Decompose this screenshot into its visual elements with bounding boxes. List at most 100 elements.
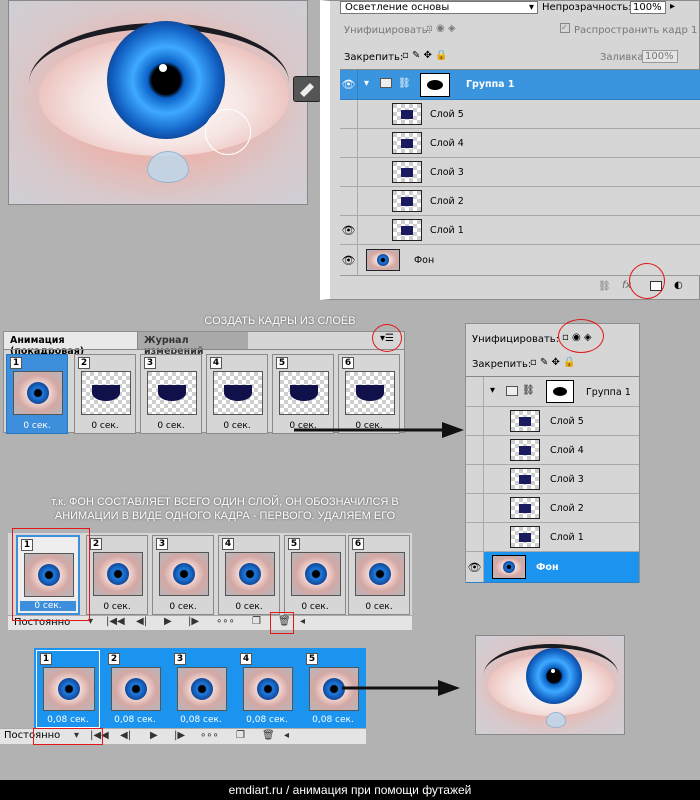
prev-frame-icon[interactable]: ◀| xyxy=(120,730,131,741)
lock-icons[interactable]: ▫ ✎ ✥ 🔒 xyxy=(402,50,448,61)
layer-name: Слой 3 xyxy=(550,474,584,485)
eye-icon-hidden[interactable] xyxy=(340,187,358,215)
layer-row[interactable]: Слой 1 xyxy=(466,523,639,552)
layer-row[interactable]: Слой 3 xyxy=(466,465,639,494)
eye-icon-hidden[interactable] xyxy=(340,129,358,157)
eye-icon-hidden[interactable] xyxy=(466,407,484,435)
layer-name: Слой 4 xyxy=(430,138,464,149)
tween-icon[interactable]: ∘∘∘ xyxy=(216,616,235,627)
expand-arrow-icon[interactable]: ▾ xyxy=(364,78,369,89)
frame-delay[interactable]: 0 сек. xyxy=(153,602,213,612)
footer-bar: emdiart.ru / анимация при помощи футажей xyxy=(0,780,700,800)
eye-icon[interactable]: 👁 xyxy=(466,552,484,582)
eye-icon-hidden[interactable] xyxy=(466,436,484,464)
tab-measurement[interactable]: Журнал измерений xyxy=(138,332,248,357)
lock-icons[interactable]: ▫ ✎ ✥ 🔒 xyxy=(530,357,576,368)
link-icon[interactable]: ⛓ xyxy=(598,281,611,292)
chain-icon[interactable]: ⛓ xyxy=(398,78,411,89)
eraser-tool-icon[interactable] xyxy=(293,76,321,102)
eye-icon-hidden[interactable] xyxy=(466,465,484,493)
first-frame-icon[interactable]: |◀◀ xyxy=(106,616,125,627)
frame[interactable]: 5 0 сек. xyxy=(284,535,346,615)
frame-delay[interactable]: 0,08 сек. xyxy=(171,715,231,725)
expand-arrow-icon[interactable]: ▾ xyxy=(490,385,495,396)
eye-icon-hidden[interactable] xyxy=(466,494,484,522)
frame[interactable]: 3 0 сек. xyxy=(152,535,214,615)
frame[interactable]: 6 0 сек. xyxy=(348,535,410,615)
layer-row[interactable]: Слой 3 xyxy=(340,158,700,187)
blend-mode-select[interactable]: Осветление основы ▾ xyxy=(340,1,538,14)
layer-name: Слой 5 xyxy=(550,416,584,427)
frame-delay[interactable]: 0,08 сек. xyxy=(37,715,99,725)
frame-delay[interactable]: 0 сек. xyxy=(219,602,279,612)
frame[interactable]: 3 0,08 сек. xyxy=(170,650,232,728)
layer-row[interactable]: Слой 4 xyxy=(466,436,639,465)
next-frame-icon[interactable]: |▶ xyxy=(174,730,185,741)
frame[interactable]: 3 0 сек. xyxy=(140,354,202,434)
frame-delay[interactable]: 0 сек. xyxy=(7,421,67,431)
frame[interactable]: 2 0,08 сек. xyxy=(104,650,166,728)
layer-row[interactable]: Слой 2 xyxy=(340,187,700,216)
chain-icon[interactable]: ⛓ xyxy=(522,385,535,396)
new-frame-icon[interactable]: ❐ xyxy=(236,730,245,741)
play-icon[interactable]: ▶ xyxy=(164,616,172,627)
frame[interactable]: 1 0 сек. xyxy=(6,354,68,434)
frame-delay[interactable]: 0,08 сек. xyxy=(105,715,165,725)
frame-delay[interactable]: 0,08 сек. xyxy=(237,715,297,725)
layer-thumb xyxy=(392,161,422,183)
next-frame-icon[interactable]: |▶ xyxy=(188,616,199,627)
eye-icon-hidden[interactable] xyxy=(340,100,358,128)
frame[interactable]: 4 0 сек. xyxy=(206,354,268,434)
eye-icon-hidden[interactable] xyxy=(466,377,484,406)
eye-icon-hidden[interactable] xyxy=(466,523,484,551)
scroll-left-icon[interactable]: ◂ xyxy=(300,616,305,627)
frame-delay[interactable]: 0 сек. xyxy=(349,602,409,612)
layer-row[interactable]: Слой 5 xyxy=(466,407,639,436)
frame[interactable]: 1 0,08 сек. xyxy=(36,650,100,728)
layer-row[interactable]: Слой 5 xyxy=(340,100,700,129)
layer-row-group[interactable]: 👁 ▾ ⛓ Группа 1 xyxy=(340,70,700,100)
frame[interactable]: 4 0 сек. xyxy=(218,535,280,615)
frame[interactable]: 4 0,08 сек. xyxy=(236,650,298,728)
layer-row-background[interactable]: 👁 Фон xyxy=(466,552,639,583)
frame-number: 2 xyxy=(90,538,102,550)
eye-photo-top xyxy=(8,0,308,205)
eye-icon-hidden[interactable] xyxy=(340,158,358,186)
frame-delay[interactable]: 0 сек. xyxy=(207,421,267,431)
layer-row-group[interactable]: ▾ ⛓ Группа 1 xyxy=(466,377,639,407)
tab-animation[interactable]: Анимация (покадровая) xyxy=(4,332,138,357)
eye-icon[interactable]: 👁 xyxy=(340,245,358,275)
frame-delay[interactable]: 0,08 сек. xyxy=(303,715,363,725)
opacity-input[interactable]: 100% xyxy=(630,1,666,14)
eye-icon[interactable]: 👁 xyxy=(340,70,358,99)
frame[interactable]: 2 0 сек. xyxy=(74,354,136,434)
fill-input[interactable]: 100% xyxy=(642,50,678,63)
layer-row[interactable]: Слой 2 xyxy=(466,494,639,523)
layer-thumb xyxy=(510,497,540,519)
adjustment-icon[interactable]: ◐ xyxy=(674,280,683,291)
opacity-arrow-icon[interactable]: ▸ xyxy=(670,1,675,12)
caption-delete-frame-line1: т.к. ФОН СОСТАВЛЯЕТ ВСЕГО ОДИН СЛОЙ, ОН … xyxy=(51,496,399,508)
layer-row[interactable]: Слой 4 xyxy=(340,129,700,158)
scroll-left-icon[interactable]: ◂ xyxy=(284,730,289,741)
layer-row[interactable]: 👁 Слой 1 xyxy=(340,216,700,245)
frame-number: 2 xyxy=(108,653,120,665)
eye-icon[interactable]: 👁 xyxy=(340,216,358,244)
play-icon[interactable]: ▶ xyxy=(150,730,158,741)
prev-frame-icon[interactable]: ◀| xyxy=(136,616,147,627)
highlight-unify-visibility xyxy=(558,319,604,353)
frame-delay[interactable]: 0 сек. xyxy=(141,421,201,431)
group-mask-thumb xyxy=(546,380,574,403)
trash-icon[interactable]: 🗑 xyxy=(262,730,275,741)
layer-thumb xyxy=(510,439,540,461)
frame[interactable]: 2 0 сек. xyxy=(86,535,148,615)
layer-thumb xyxy=(392,219,422,241)
frame-delay[interactable]: 0 сек. xyxy=(75,421,135,431)
frame-delay[interactable]: 0 сек. xyxy=(285,602,345,612)
propagate-checkbox[interactable]: ✓ xyxy=(560,23,570,33)
layer-name: Слой 2 xyxy=(550,503,584,514)
frame-thumb xyxy=(291,552,341,596)
frame-delay[interactable]: 0 сек. xyxy=(87,602,147,612)
tween-icon[interactable]: ∘∘∘ xyxy=(200,730,219,741)
new-frame-icon[interactable]: ❐ xyxy=(252,616,261,627)
